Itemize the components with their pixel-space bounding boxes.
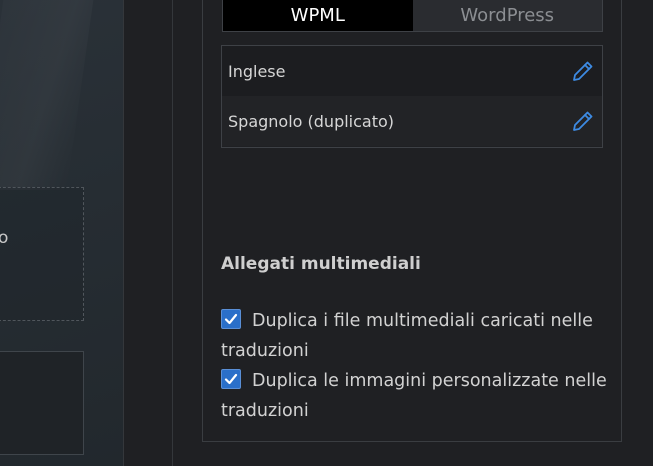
checkbox[interactable] (221, 369, 241, 389)
media-option-images[interactable]: Duplica le immagini personalizzate nelle… (221, 366, 616, 426)
language-name: Spagnolo (duplicato) (228, 111, 395, 131)
media-option-files[interactable]: Duplica i file multimediali caricati nel… (221, 306, 616, 366)
language-list: Inglese Spagnolo (duplicato) (221, 45, 603, 148)
drop-zone-text: o (0, 228, 9, 248)
media-section-title: Allegati multimediali (221, 254, 421, 274)
toggle-wpml[interactable]: WPML (223, 0, 413, 31)
pencil-icon[interactable] (571, 109, 595, 133)
language-row-english: Inglese (222, 46, 602, 96)
canvas-box (0, 351, 84, 455)
divider (172, 0, 173, 466)
checkmark-icon (224, 313, 238, 325)
drop-zone[interactable] (0, 187, 84, 321)
divider (123, 0, 124, 466)
checkbox[interactable] (221, 309, 241, 329)
checkbox-label: Duplica le immagini personalizzate nelle… (221, 371, 607, 421)
checkbox-label: Duplica i file multimediali caricati nel… (221, 311, 593, 361)
source-toggle: WPML WordPress (222, 0, 603, 32)
background-canvas: o (0, 0, 123, 466)
language-row-spanish: Spagnolo (duplicato) (222, 96, 602, 146)
language-name: Inglese (228, 61, 286, 81)
pencil-icon[interactable] (571, 59, 595, 83)
checkmark-icon (224, 373, 238, 385)
toggle-wordpress[interactable]: WordPress (412, 0, 602, 31)
canvas-sheen (0, 0, 94, 190)
